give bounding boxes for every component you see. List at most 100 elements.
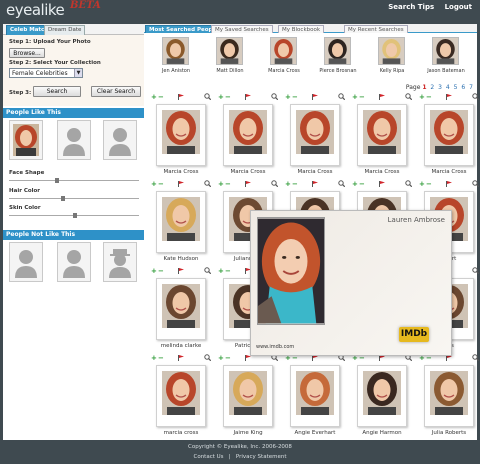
card-photo-frame[interactable] bbox=[357, 104, 407, 166]
like-plus-icon[interactable]: + bbox=[352, 94, 358, 101]
clear-search-button[interactable]: Clear Search bbox=[91, 86, 141, 97]
like-plus-icon[interactable]: + bbox=[218, 355, 224, 362]
card-photo-frame[interactable] bbox=[223, 104, 273, 166]
like-plus-icon[interactable]: + bbox=[285, 181, 291, 188]
card-photo-frame[interactable] bbox=[290, 104, 340, 166]
card-name[interactable]: Julia Roberts bbox=[418, 430, 480, 436]
slider-knob[interactable] bbox=[73, 213, 77, 218]
card-name[interactable]: Marcia Cross bbox=[418, 169, 480, 175]
card-name[interactable]: Marcia Cross bbox=[284, 169, 346, 175]
magnify-icon[interactable] bbox=[405, 180, 412, 187]
magnify-icon[interactable] bbox=[204, 267, 211, 274]
contact-link[interactable]: Contact Us bbox=[193, 454, 223, 460]
tab-recent-searches[interactable]: My Recent Searches bbox=[344, 25, 408, 33]
like-plus-icon[interactable]: + bbox=[352, 181, 358, 188]
dislike-minus-icon[interactable]: − bbox=[359, 94, 365, 101]
tab-saved-searches[interactable]: My Saved Searches bbox=[211, 25, 273, 33]
result-card[interactable]: + − Kate Hudson bbox=[150, 180, 212, 265]
hair-color-slider[interactable] bbox=[9, 196, 139, 201]
notlike-thumb-1[interactable] bbox=[9, 242, 43, 282]
card-photo-frame[interactable] bbox=[424, 365, 474, 427]
card-photo-frame[interactable] bbox=[424, 104, 474, 166]
dislike-minus-icon[interactable]: − bbox=[359, 181, 365, 188]
card-photo-frame[interactable] bbox=[357, 365, 407, 427]
browse-button[interactable]: Browse... bbox=[9, 48, 45, 58]
dislike-minus-icon[interactable]: − bbox=[158, 94, 164, 101]
flag-icon[interactable] bbox=[178, 181, 184, 187]
chevron-down-icon[interactable]: ▼ bbox=[74, 69, 82, 77]
flag-icon[interactable] bbox=[446, 94, 452, 100]
result-card[interactable]: + − Angie Everhart bbox=[284, 354, 346, 439]
slider-knob[interactable] bbox=[61, 196, 65, 201]
card-name[interactable]: Kate Hudson bbox=[150, 256, 212, 262]
slider-knob[interactable] bbox=[55, 178, 59, 183]
card-name[interactable]: Jaime King bbox=[217, 430, 279, 436]
card-name[interactable]: Marcia Cross bbox=[217, 169, 279, 175]
page-link[interactable]: 5 bbox=[454, 84, 458, 91]
recent-person[interactable]: Jason Bateman bbox=[420, 34, 472, 78]
card-photo-frame[interactable] bbox=[156, 104, 206, 166]
card-name[interactable]: Angie Everhart bbox=[284, 430, 346, 436]
result-card[interactable]: + − Marcia Cross bbox=[351, 93, 413, 178]
card-photo-frame[interactable] bbox=[156, 191, 206, 253]
card-photo-frame[interactable] bbox=[290, 365, 340, 427]
flag-icon[interactable] bbox=[245, 94, 251, 100]
magnify-icon[interactable] bbox=[204, 180, 211, 187]
notlike-thumb-3[interactable] bbox=[103, 242, 137, 282]
flag-icon[interactable] bbox=[446, 181, 452, 187]
face-shape-slider[interactable] bbox=[9, 178, 139, 183]
magnify-icon[interactable] bbox=[204, 93, 211, 100]
flag-icon[interactable] bbox=[379, 94, 385, 100]
page-link[interactable]: 4 bbox=[446, 84, 450, 91]
like-thumb-3[interactable] bbox=[103, 120, 137, 160]
recent-person[interactable]: Marcia Cross bbox=[258, 34, 310, 78]
collection-select[interactable]: Female Celebrities ▼ bbox=[9, 68, 83, 78]
card-name[interactable]: marcia cross bbox=[150, 430, 212, 436]
result-card[interactable]: + − Marcia Cross bbox=[150, 93, 212, 178]
flag-icon[interactable] bbox=[245, 181, 251, 187]
result-card[interactable]: + − Julia Roberts bbox=[418, 354, 480, 439]
card-name[interactable]: melinda clarke bbox=[150, 343, 212, 349]
result-card[interactable]: + − Marcia Cross bbox=[217, 93, 279, 178]
like-plus-icon[interactable]: + bbox=[285, 94, 291, 101]
card-photo-frame[interactable] bbox=[156, 365, 206, 427]
like-plus-icon[interactable]: + bbox=[151, 181, 157, 188]
flag-icon[interactable] bbox=[379, 181, 385, 187]
result-card[interactable]: + − Marcia Cross bbox=[418, 93, 480, 178]
dislike-minus-icon[interactable]: − bbox=[292, 181, 298, 188]
flag-icon[interactable] bbox=[312, 94, 318, 100]
dislike-minus-icon[interactable]: − bbox=[225, 181, 231, 188]
magnify-icon[interactable] bbox=[204, 354, 211, 361]
dislike-minus-icon[interactable]: − bbox=[225, 355, 231, 362]
result-card[interactable]: + − Jaime King bbox=[217, 354, 279, 439]
tab-dream-date[interactable]: Dream Date bbox=[44, 25, 86, 35]
flag-icon[interactable] bbox=[178, 94, 184, 100]
result-card[interactable]: + − Angie Harmon bbox=[351, 354, 413, 439]
dislike-minus-icon[interactable]: − bbox=[158, 181, 164, 188]
result-card[interactable]: + − marcia cross bbox=[150, 354, 212, 439]
dislike-minus-icon[interactable]: − bbox=[426, 181, 432, 188]
search-tips-link[interactable]: Search Tips bbox=[388, 3, 434, 11]
dislike-minus-icon[interactable]: − bbox=[225, 94, 231, 101]
magnify-icon[interactable] bbox=[472, 267, 479, 274]
card-name[interactable]: Marcia Cross bbox=[351, 169, 413, 175]
logo[interactable]: eyealike bbox=[6, 1, 65, 19]
like-plus-icon[interactable]: + bbox=[218, 181, 224, 188]
like-thumb-1[interactable] bbox=[9, 120, 43, 160]
skin-color-slider[interactable] bbox=[9, 213, 139, 218]
magnify-icon[interactable] bbox=[338, 93, 345, 100]
card-name[interactable]: Marcia Cross bbox=[150, 169, 212, 175]
magnify-icon[interactable] bbox=[271, 93, 278, 100]
recent-person[interactable]: Jen Aniston bbox=[150, 34, 202, 78]
recent-person[interactable]: Kelly Ripa bbox=[366, 34, 418, 78]
recent-person[interactable]: Pierce Brosnan bbox=[312, 34, 364, 78]
magnify-icon[interactable] bbox=[472, 354, 479, 361]
notlike-thumb-2[interactable] bbox=[57, 242, 91, 282]
result-card[interactable]: + − melinda clarke bbox=[150, 267, 212, 352]
page-link[interactable]: 3 bbox=[438, 84, 442, 91]
flag-icon[interactable] bbox=[178, 268, 184, 274]
like-thumb-2[interactable] bbox=[57, 120, 91, 160]
magnify-icon[interactable] bbox=[338, 180, 345, 187]
result-card[interactable]: + − Marcia Cross bbox=[284, 93, 346, 178]
privacy-link[interactable]: Privacy Statement bbox=[236, 454, 287, 460]
